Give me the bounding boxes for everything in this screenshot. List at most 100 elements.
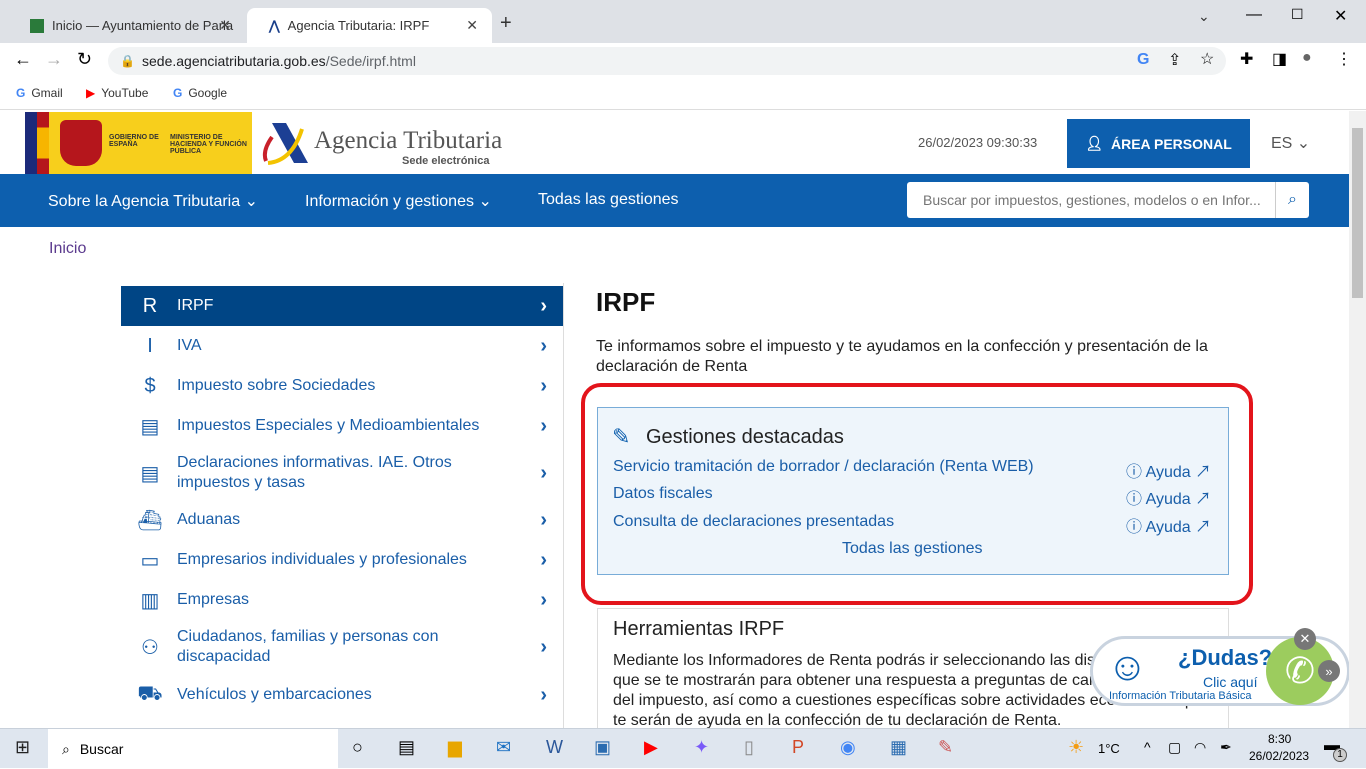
sidebar-item-label: IVA <box>177 337 202 354</box>
briefcase-icon: ▭ <box>140 549 160 572</box>
page-title: IRPF <box>596 287 656 317</box>
profile-icon[interactable]: ● <box>1302 49 1312 67</box>
clipboard-icon: ▤ <box>140 415 160 438</box>
lock-icon: 🔒 <box>120 54 135 68</box>
people-icon: ⚇ <box>141 636 159 659</box>
nav-informacion[interactable]: Información y gestiones ⌄ <box>305 191 492 211</box>
reload-icon[interactable]: ↻ <box>77 49 92 70</box>
notes-icon[interactable]: ▦ <box>890 737 907 758</box>
paint-icon[interactable]: ✎ <box>938 737 953 758</box>
receipt-i-icon: I <box>147 334 153 357</box>
sidebar-item-label: Ciudadanos, familias y personas con disc… <box>177 628 439 665</box>
task-view-icon[interactable]: ○ <box>352 737 363 758</box>
google-translate-icon[interactable]: G <box>1137 51 1149 69</box>
maximize-icon[interactable]: ☐ <box>1291 6 1304 23</box>
sidebar-item[interactable]: R IRPF › <box>121 286 563 326</box>
bookmark-youtube[interactable]: ▶ YouTube <box>86 86 148 100</box>
forward-icon[interactable]: → <box>45 49 63 70</box>
nav-label: Todas las gestiones <box>538 191 679 208</box>
address-bar[interactable]: 🔒 sede.agenciatributaria.gob.es/Sede/irp… <box>108 47 1226 75</box>
favicon-icon <box>30 18 44 33</box>
nav-todas[interactable]: Todas las gestiones <box>538 191 679 209</box>
chevron-right-icon: › <box>540 414 547 437</box>
clock-date[interactable]: 26/02/2023 <box>1249 749 1309 763</box>
taskbar-search[interactable]: ⌕ Buscar <box>48 729 338 769</box>
wifi-icon[interactable]: ◠ <box>1194 739 1206 756</box>
chevron-up-icon[interactable]: ^ <box>1144 739 1151 755</box>
sidebar-item[interactable]: ▥ Empresas › <box>121 580 563 620</box>
menu-icon[interactable]: ⋮ <box>1336 49 1352 69</box>
back-icon[interactable]: ← <box>14 49 32 70</box>
tab-title: Agencia Tributaria: IRPF <box>287 18 430 33</box>
search-input[interactable] <box>907 182 1275 218</box>
taskbar: ⊞ ⌕ Buscar ○ ▤ ▆ ✉ W ▣ ▶ ✦ ▯ P ◉ ▦ ✎ ☀ 1°… <box>0 728 1366 769</box>
sidebar-item[interactable]: ▤ Impuestos Especiales y Medioambientales… <box>121 406 563 446</box>
close-widget-icon[interactable]: ✕ <box>1294 628 1316 650</box>
help-link[interactable]: ⓘ Ayuda ↗ <box>1126 513 1211 537</box>
nav-sobre[interactable]: Sobre la Agencia Tributaria ⌄ <box>48 191 258 211</box>
side-panel-icon[interactable]: ◨ <box>1272 49 1287 69</box>
chrome-icon[interactable]: ◉ <box>840 737 856 758</box>
sidebar-item[interactable]: ▭ Empresarios individuales y profesionale… <box>121 540 563 580</box>
chevron-down-icon: ⌄ <box>1296 135 1311 152</box>
help-label: Ayuda <box>1145 491 1191 508</box>
link-datos-fiscales[interactable]: Datos fiscales <box>613 485 713 503</box>
new-tab-icon[interactable]: + <box>500 12 512 35</box>
word-icon[interactable]: W <box>546 737 563 758</box>
bookmark-star-icon[interactable]: ☆ <box>1200 49 1214 69</box>
agencia-logo[interactable]: Agencia Tributaria Sede electrónica <box>262 121 502 171</box>
close-window-icon[interactable]: ✕ <box>1334 6 1347 26</box>
store-icon[interactable]: ▣ <box>594 737 611 758</box>
widgets-icon[interactable]: ▤ <box>398 737 415 758</box>
mail-icon[interactable]: ✉ <box>496 737 511 758</box>
file-explorer-icon[interactable]: ▆ <box>448 737 462 758</box>
tab-irpf[interactable]: ⋀ Agencia Tributaria: IRPF ✕ <box>247 8 492 43</box>
receipt-r-icon: R <box>142 294 158 317</box>
scrollbar-thumb[interactable] <box>1352 128 1363 298</box>
sidebar-item-label: IRPF <box>177 297 214 314</box>
tab-ayuntamiento[interactable]: Inicio — Ayuntamiento de Parla ✕ <box>8 8 245 43</box>
tab-search-icon[interactable]: ⌄ <box>1198 8 1210 25</box>
search-icon[interactable]: ⌕ <box>1275 182 1309 218</box>
bookmark-gmail[interactable]: G Gmail <box>16 86 63 100</box>
help-link[interactable]: ⓘ Ayuda ↗ <box>1126 485 1211 509</box>
minimize-icon[interactable]: — <box>1246 6 1262 24</box>
close-tab-icon[interactable]: ✕ <box>466 17 478 34</box>
link-consulta-declaraciones[interactable]: Consulta de declaraciones presentadas <box>613 513 894 531</box>
sidebar-item[interactable]: ⛴ Aduanas › <box>121 500 563 540</box>
sidebar-item-label: Declaraciones informativas. IAE. Otros i… <box>177 454 452 491</box>
area-personal-button[interactable]: 👤︎ ÁREA PERSONAL <box>1067 119 1250 168</box>
search-box[interactable]: ⌕ <box>907 182 1309 218</box>
close-tab-icon[interactable]: ✕ <box>219 17 231 34</box>
document-icon[interactable]: ▯ <box>744 737 754 758</box>
clock-time[interactable]: 8:30 <box>1268 732 1291 746</box>
receipt-s-icon: $ <box>144 374 156 397</box>
link-renta-web[interactable]: Servicio tramitación de borrador / decla… <box>613 458 1034 476</box>
copilot-icon[interactable]: ✦ <box>694 737 709 758</box>
sidebar-item[interactable]: ▤ Declaraciones informativas. IAE. Otros … <box>121 446 563 500</box>
todas-gestiones-link[interactable]: Todas las gestiones <box>842 540 983 558</box>
help-icon: ⓘ <box>1126 464 1143 481</box>
powerpoint-icon[interactable]: P <box>792 737 804 758</box>
extensions-icon[interactable]: ✚ <box>1240 49 1253 69</box>
sidebar-item[interactable]: $ Impuesto sobre Sociedades › <box>121 366 563 406</box>
breadcrumb[interactable]: Inicio <box>49 240 86 258</box>
bookmark-google[interactable]: G Google <box>173 86 227 100</box>
sidebar-item[interactable]: ⛟ Vehículos y embarcaciones › <box>121 675 563 715</box>
ship-icon: ⛴ <box>137 509 163 532</box>
sidebar-item[interactable]: ⚇ Ciudadanos, familias y personas con dis… <box>121 620 563 674</box>
windows-start-icon[interactable]: ⊞ <box>15 737 30 758</box>
expand-widget-icon[interactable]: » <box>1318 660 1340 682</box>
chevron-right-icon: › <box>540 334 547 357</box>
youtube-app-icon[interactable]: ▶ <box>644 737 658 758</box>
pen-icon[interactable]: ✒ <box>1220 739 1232 756</box>
sidebar-item[interactable]: I IVA › <box>121 326 563 366</box>
camera-icon[interactable]: ▢ <box>1168 739 1181 756</box>
ministerio-text: MINISTERIO DE HACIENDA Y FUNCIÓN PÚBLICA <box>170 134 247 155</box>
gobierno-logo[interactable]: GOBIERNO DE ESPAÑA MINISTERIO DE HACIEND… <box>25 112 252 174</box>
language-selector[interactable]: ES ⌄ <box>1271 133 1310 153</box>
help-link[interactable]: ⓘ Ayuda ↗ <box>1126 458 1211 482</box>
sidebar-item-label: Impuestos Especiales y Medioambientales <box>177 417 480 434</box>
share-icon[interactable]: ⇪ <box>1168 50 1181 70</box>
chevron-right-icon: › <box>540 683 547 706</box>
